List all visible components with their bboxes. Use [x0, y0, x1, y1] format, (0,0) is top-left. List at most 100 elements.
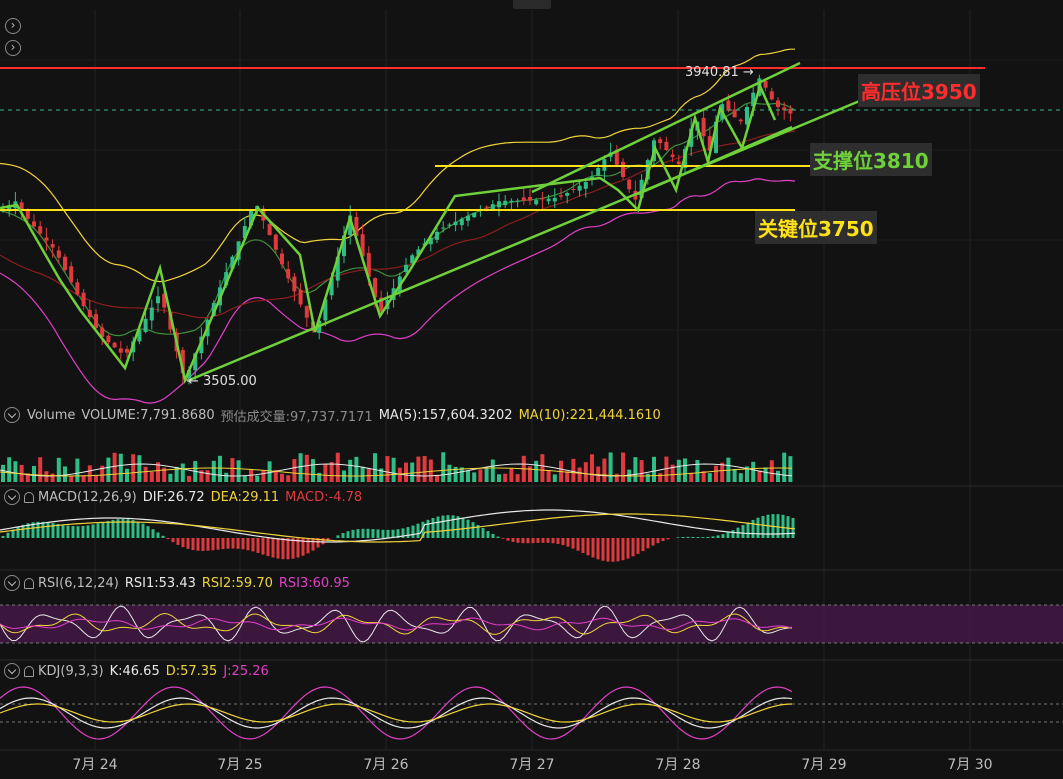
macd-histogram-bar [481, 528, 485, 538]
volume-bar [211, 460, 216, 482]
volume-bar [652, 456, 656, 482]
macd-histogram-bar [146, 526, 150, 538]
macd-histogram-bar [206, 538, 210, 551]
volume-bar [788, 456, 793, 482]
volume-panel [0, 452, 793, 482]
candle-body [118, 348, 123, 353]
bell-icon[interactable] [24, 577, 34, 589]
candle-body [292, 276, 297, 292]
candle-body [32, 221, 36, 227]
macd-histogram-bar [81, 525, 85, 538]
macd-histogram-bar [141, 523, 145, 538]
macd-histogram-bar [166, 538, 170, 540]
volume-bar [658, 473, 663, 482]
volume-bar [391, 457, 396, 482]
macd-histogram-bar [321, 538, 325, 545]
candle-body [94, 314, 98, 328]
x-tick-label: 7月 24 [72, 757, 118, 773]
macd-histogram-bar [571, 538, 575, 549]
macd-histogram-bar [646, 538, 650, 549]
macd-histogram-bar [596, 538, 600, 560]
candle-body [484, 206, 489, 208]
candle-body [38, 226, 43, 234]
volume-bar [360, 466, 365, 482]
macd-histogram-bar [221, 538, 225, 550]
candle-body [596, 167, 601, 176]
volume-bar [38, 457, 43, 482]
volume-bar [404, 462, 408, 482]
kdj-title: KDJ(9,3,3) [38, 663, 104, 679]
macd-histogram-bar [741, 525, 745, 538]
candle-body [515, 200, 520, 202]
chevron-down-icon[interactable] [4, 663, 20, 679]
candle-body [565, 193, 570, 196]
macd-histogram-bar [431, 518, 435, 538]
low-price-label: ← 3505.00 [188, 374, 257, 389]
volume-bar [751, 461, 756, 482]
macd-histogram-bar [441, 515, 445, 538]
volume-bar [261, 470, 266, 482]
price-panel [0, 48, 796, 404]
macd-histogram-bar [246, 538, 250, 551]
macd-histogram-bar [46, 522, 50, 538]
macd-histogram-bar [701, 537, 705, 538]
volume-bar [131, 454, 136, 482]
macd-histogram-bar [661, 538, 665, 542]
candle-body [534, 200, 539, 205]
volume-bar [180, 463, 185, 482]
macd-histogram-bar [786, 516, 790, 538]
volume-bar [44, 471, 49, 482]
macd-histogram-bar [366, 528, 370, 538]
candle-body [497, 201, 501, 208]
macd-histogram-bar [241, 538, 245, 550]
chevron-down-icon[interactable] [4, 407, 20, 423]
macd-histogram-bar [256, 538, 260, 553]
rsi-2: RSI2:59.70 [201, 575, 273, 591]
macd-histogram-bar [791, 517, 795, 538]
rsi-title: RSI(6,12,24) [38, 575, 119, 591]
volume-bar [106, 457, 111, 482]
chevron-down-icon[interactable] [4, 575, 20, 591]
candle-body [559, 195, 563, 197]
macd-histogram-bar [616, 538, 620, 562]
macd-histogram-bar [696, 537, 700, 538]
volume-bar [583, 462, 588, 482]
macd-header: MACD(12,26,9) DIF:26.72 DEA:29.11 MACD:-… [4, 488, 368, 506]
macd-histogram-bar [436, 516, 440, 538]
macd-histogram-bar [261, 538, 265, 555]
candle-body [664, 141, 669, 151]
volume-bar [125, 468, 129, 482]
macd-histogram-bar [686, 536, 690, 538]
candle-body [509, 200, 514, 203]
candle-body [627, 179, 632, 190]
bell-icon[interactable] [24, 665, 34, 677]
macd-histogram-bar [506, 538, 510, 541]
chevron-down-icon[interactable] [4, 489, 20, 505]
macd-histogram-bar [6, 532, 10, 538]
level-label-resistance: 高压位3950 [858, 74, 980, 107]
macd-histogram-bar [376, 529, 380, 538]
macd-histogram-bar [291, 538, 295, 559]
macd-histogram-bar [106, 520, 110, 538]
x-tick-label: 7月 25 [217, 757, 263, 773]
candle-body [763, 81, 768, 88]
volume-bar [645, 473, 650, 482]
candle-body [726, 100, 731, 111]
kdj-k-line [0, 697, 793, 729]
rsi-header: RSI(6,12,24) RSI1:53.43 RSI2:59.70 RSI3:… [4, 574, 356, 592]
macd-histogram-bar [151, 529, 155, 538]
macd-dif: DIF:26.72 [142, 489, 205, 505]
macd-histogram-bar [541, 538, 545, 543]
macd-histogram-bar [711, 536, 715, 538]
bell-icon[interactable] [24, 491, 34, 503]
volume-bar [13, 461, 18, 482]
macd-histogram-bar [601, 538, 605, 561]
volume-bar [137, 455, 142, 482]
volume-ma5: MA(5):157,604.3202 [378, 407, 513, 423]
candle-body [304, 306, 309, 318]
macd-histogram-bar [266, 538, 270, 557]
candle-body [112, 342, 117, 348]
candle-body [732, 109, 737, 118]
macd-histogram-bar [531, 538, 535, 544]
macd-histogram-bar [706, 536, 710, 538]
